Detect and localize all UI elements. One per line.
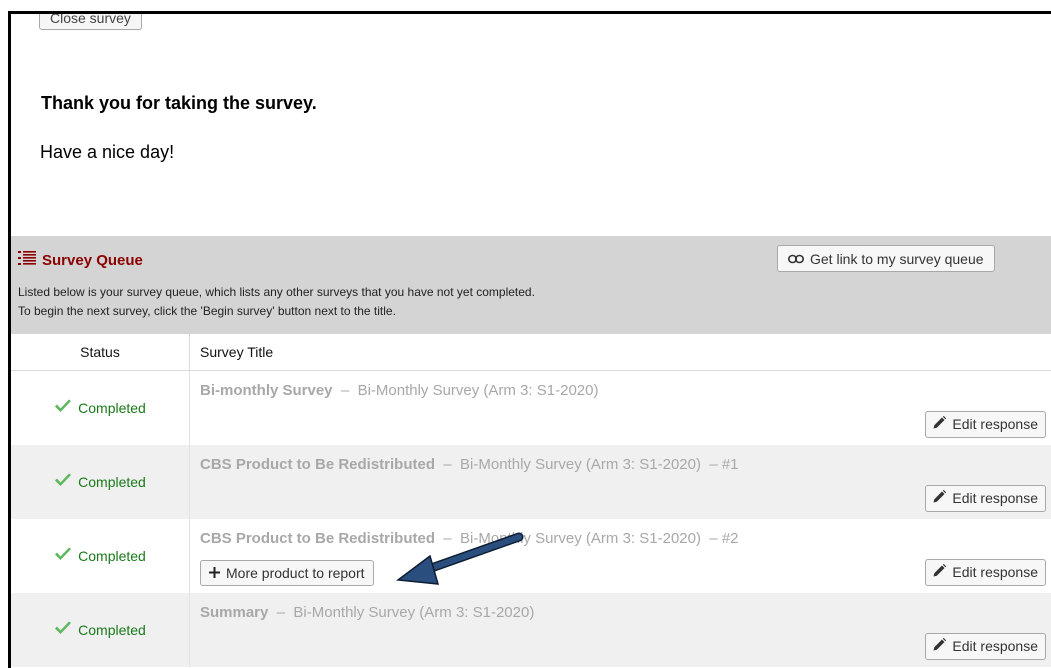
get-queue-link-label: Get link to my survey queue [810, 250, 984, 267]
title-cell: Summary – Bi-Monthly Survey (Arm 3: S1-2… [189, 592, 1051, 667]
status-cell: Completed [11, 592, 190, 667]
pencil-icon [933, 638, 947, 654]
edit-response-button[interactable]: Edit response [925, 410, 1046, 438]
survey-name: CBS Product to Be Redistributed [200, 529, 436, 547]
status-cell: Completed [11, 370, 190, 445]
queue-desc-line1: Listed below is your survey queue, which… [18, 285, 535, 299]
pencil-icon [933, 490, 947, 506]
get-queue-link-button[interactable]: Get link to my survey queue [777, 245, 995, 272]
more-product-button[interactable]: More product to report [200, 559, 374, 586]
title-cell: CBS Product to Be Redistributed – Bi-Mon… [189, 518, 1051, 593]
list-icon [18, 250, 36, 270]
table-row: Completed Summary – Bi-Monthly Survey (A… [11, 592, 1051, 667]
title-cell: Bi-monthly Survey – Bi-Monthly Survey (A… [189, 370, 1051, 445]
edit-response-button[interactable]: Edit response [925, 632, 1046, 660]
edit-response-label: Edit response [952, 416, 1038, 432]
link-icon [788, 251, 804, 267]
survey-queue-header: Survey Queue Listed below is your survey… [11, 236, 1051, 334]
title-separator: – [276, 603, 286, 621]
survey-queue-table: Status Survey Title Completed Bi-monthly… [11, 334, 1051, 667]
edit-response-label: Edit response [952, 490, 1038, 506]
status-cell: Completed [11, 518, 190, 593]
edit-response-label: Edit response [952, 564, 1038, 580]
queue-desc-line2: To begin the next survey, click the 'Beg… [18, 304, 396, 318]
more-product-label: More product to report [226, 564, 365, 581]
status-label: Completed [78, 547, 146, 564]
pencil-icon [933, 564, 947, 580]
title-separator: – [443, 529, 452, 547]
table-row: Completed Bi-monthly Survey – Bi-Monthly… [11, 370, 1051, 445]
pencil-icon [933, 416, 947, 432]
title-separator: – [340, 382, 350, 399]
survey-name: Summary [200, 603, 269, 621]
table-row: Completed CBS Product to Be Redistribute… [11, 518, 1051, 593]
table-row: Completed CBS Product to Be Redistribute… [11, 444, 1051, 519]
checkmark-icon [54, 473, 72, 490]
queue-description: Listed below is your survey queue, which… [18, 283, 535, 321]
survey-name: CBS Product to Be Redistributed [200, 455, 436, 473]
title-separator: – [443, 455, 452, 473]
closing-message: Have a nice day! [40, 142, 175, 162]
checkmark-icon [54, 621, 72, 638]
status-label: Completed [78, 621, 146, 638]
edit-response-label: Edit response [952, 638, 1038, 654]
survey-instrument: Bi-Monthly Survey (Arm 3: S1-2020) [460, 529, 701, 547]
column-header-status: Status [11, 334, 190, 371]
checkmark-icon [54, 547, 72, 564]
survey-instrument: Bi-Monthly Survey (Arm 3: S1-2020) [460, 455, 701, 473]
checkmark-icon [54, 399, 72, 416]
survey-page: Close survey Thank you for taking the su… [8, 11, 1051, 668]
title-cell: CBS Product to Be Redistributed – Bi-Mon… [189, 444, 1051, 519]
survey-instrument: Bi-Monthly Survey (Arm 3: S1-2020) [293, 603, 535, 621]
close-survey-button[interactable]: Close survey [39, 14, 142, 30]
edit-response-button[interactable]: Edit response [925, 558, 1046, 586]
survey-instance: – #2 [709, 529, 739, 547]
edit-response-button[interactable]: Edit response [925, 484, 1046, 512]
queue-title: Survey Queue [18, 250, 143, 270]
column-header-survey-title: Survey Title [189, 334, 1051, 371]
status-label: Completed [78, 399, 146, 416]
thanks-heading: Thank you for taking the survey. [41, 93, 317, 113]
survey-name: Bi-monthly Survey [200, 382, 333, 399]
queue-title-label: Survey Queue [42, 251, 143, 269]
plus-icon [209, 565, 220, 581]
survey-instance: – #1 [709, 455, 739, 473]
status-label: Completed [78, 473, 146, 490]
status-cell: Completed [11, 444, 190, 519]
survey-instrument: Bi-Monthly Survey (Arm 3: S1-2020) [357, 382, 599, 399]
